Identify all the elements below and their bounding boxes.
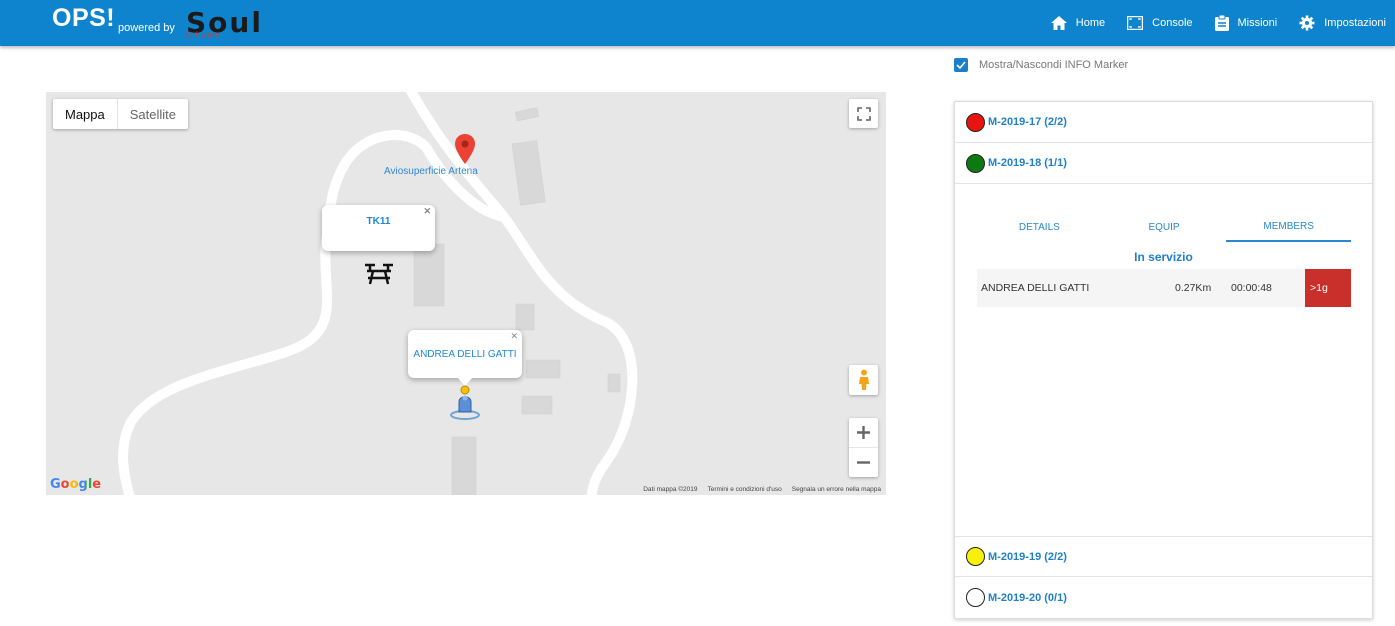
map-data-credit: Dati mappa ©2019: [643, 486, 698, 493]
checkmark-icon: [956, 61, 966, 69]
map-type-satellite[interactable]: Satellite: [116, 99, 188, 129]
close-icon[interactable]: ✕: [423, 206, 431, 217]
mission-row[interactable]: M-2019-17 (2/2): [955, 102, 1372, 143]
clipboard-icon: [1214, 15, 1229, 31]
mission-label: M-2019-19 (2/2): [988, 550, 1067, 563]
brand-soul-sub-text: software: [186, 32, 221, 39]
main-nav: Home Console Missioni Impostazioni: [1029, 0, 1386, 46]
top-nav-bar: OPS! powered by Soul software Home Conso…: [0, 0, 1395, 46]
drone-info-window: TK11 ✕: [322, 205, 435, 251]
person-marker-icon[interactable]: [449, 384, 481, 422]
fullscreen-icon: [856, 106, 871, 121]
street-view-button[interactable]: [849, 365, 878, 395]
mission-label: M-2019-17 (2/2): [988, 116, 1067, 128]
mission-label: M-2019-18 (1/1): [988, 157, 1067, 169]
person-info-window: ANDREA DELLI GATTI ✕: [408, 330, 522, 378]
mission-row[interactable]: M-2019-20 (0/1): [955, 577, 1372, 618]
person-info-label: ANDREA DELLI GATTI: [413, 348, 517, 360]
close-icon[interactable]: ✕: [510, 331, 518, 342]
info-marker-toggle[interactable]: Mostra/Nascondi INFO Marker: [954, 58, 1128, 72]
status-dot-icon: [966, 547, 985, 566]
google-logo[interactable]: Google: [50, 477, 101, 492]
minus-icon: [857, 460, 870, 464]
mission-row[interactable]: M-2019-19 (2/2): [955, 536, 1372, 577]
google-logo-text: Google: [50, 477, 102, 492]
drone-info-label: TK11: [366, 216, 391, 227]
map-type-mappa[interactable]: Mappa: [53, 99, 117, 129]
tab-details[interactable]: DETAILS: [977, 212, 1102, 242]
member-row[interactable]: ANDREA DELLI GATTI 0.27Km 00:00:48 >1g: [977, 269, 1351, 307]
nav-home-label: Home: [1075, 17, 1106, 29]
member-name: ANDREA DELLI GATTI: [981, 282, 1090, 294]
drone-marker-icon[interactable]: [364, 262, 394, 286]
status-dot-icon: [966, 153, 985, 173]
brand-powered-text: powered by: [118, 22, 175, 34]
plus-icon: [857, 426, 870, 439]
report-error-link[interactable]: Segnala un errore nella mappa: [792, 486, 881, 493]
home-icon: [1050, 16, 1067, 30]
console-icon: [1127, 16, 1144, 30]
airfield-label: Aviosuperficie Artena: [384, 166, 478, 177]
brand-ops-text: OPS!: [52, 4, 116, 32]
zoom-control: [849, 418, 878, 477]
nav-missioni-label: Missioni: [1237, 17, 1278, 29]
info-marker-label: Mostra/Nascondi INFO Marker: [979, 59, 1129, 71]
tab-equip[interactable]: EQUIP: [1102, 212, 1227, 242]
nav-impostazioni[interactable]: Impostazioni: [1299, 15, 1386, 31]
pegman-icon: [858, 369, 869, 390]
member-distance: 0.27Km: [1175, 282, 1212, 294]
status-dot-icon: [966, 588, 985, 607]
map-view[interactable]: Mappa Satellite Aviosuperficie Artena TK…: [46, 92, 886, 495]
zoom-in-button[interactable]: [849, 419, 878, 448]
nav-missioni[interactable]: Missioni: [1214, 15, 1278, 31]
nav-console-label: Console: [1152, 17, 1193, 29]
info-marker-checkbox[interactable]: [954, 58, 968, 72]
missions-panel: M-2019-17 (2/2) M-2019-18 (1/1) DETAILS …: [954, 101, 1373, 619]
section-title: In servizio: [1134, 250, 1193, 264]
mission-detail-tabs: DETAILS EQUIP MEMBERS: [977, 212, 1352, 242]
map-attribution: Dati mappa ©2019 Termini e condizioni d'…: [643, 486, 881, 493]
gear-icon: [1299, 15, 1315, 31]
place-pin-icon: [455, 134, 475, 164]
member-time: 00:00:48: [1231, 282, 1272, 294]
terms-link[interactable]: Termini e condizioni d'uso: [708, 486, 782, 493]
nav-home[interactable]: Home: [1050, 16, 1106, 30]
nav-console[interactable]: Console: [1127, 16, 1193, 30]
fullscreen-button[interactable]: [849, 99, 878, 128]
zoom-out-button[interactable]: [849, 448, 878, 477]
mission-label: M-2019-20 (0/1): [988, 591, 1067, 604]
map-type-control: Mappa Satellite: [53, 99, 188, 129]
mission-row[interactable]: M-2019-18 (1/1): [955, 143, 1372, 184]
nav-impostazioni-label: Impostazioni: [1324, 17, 1386, 29]
tab-members[interactable]: MEMBERS: [1226, 212, 1352, 242]
status-badge: >1g: [1305, 269, 1351, 307]
status-dot-icon: [966, 112, 985, 132]
